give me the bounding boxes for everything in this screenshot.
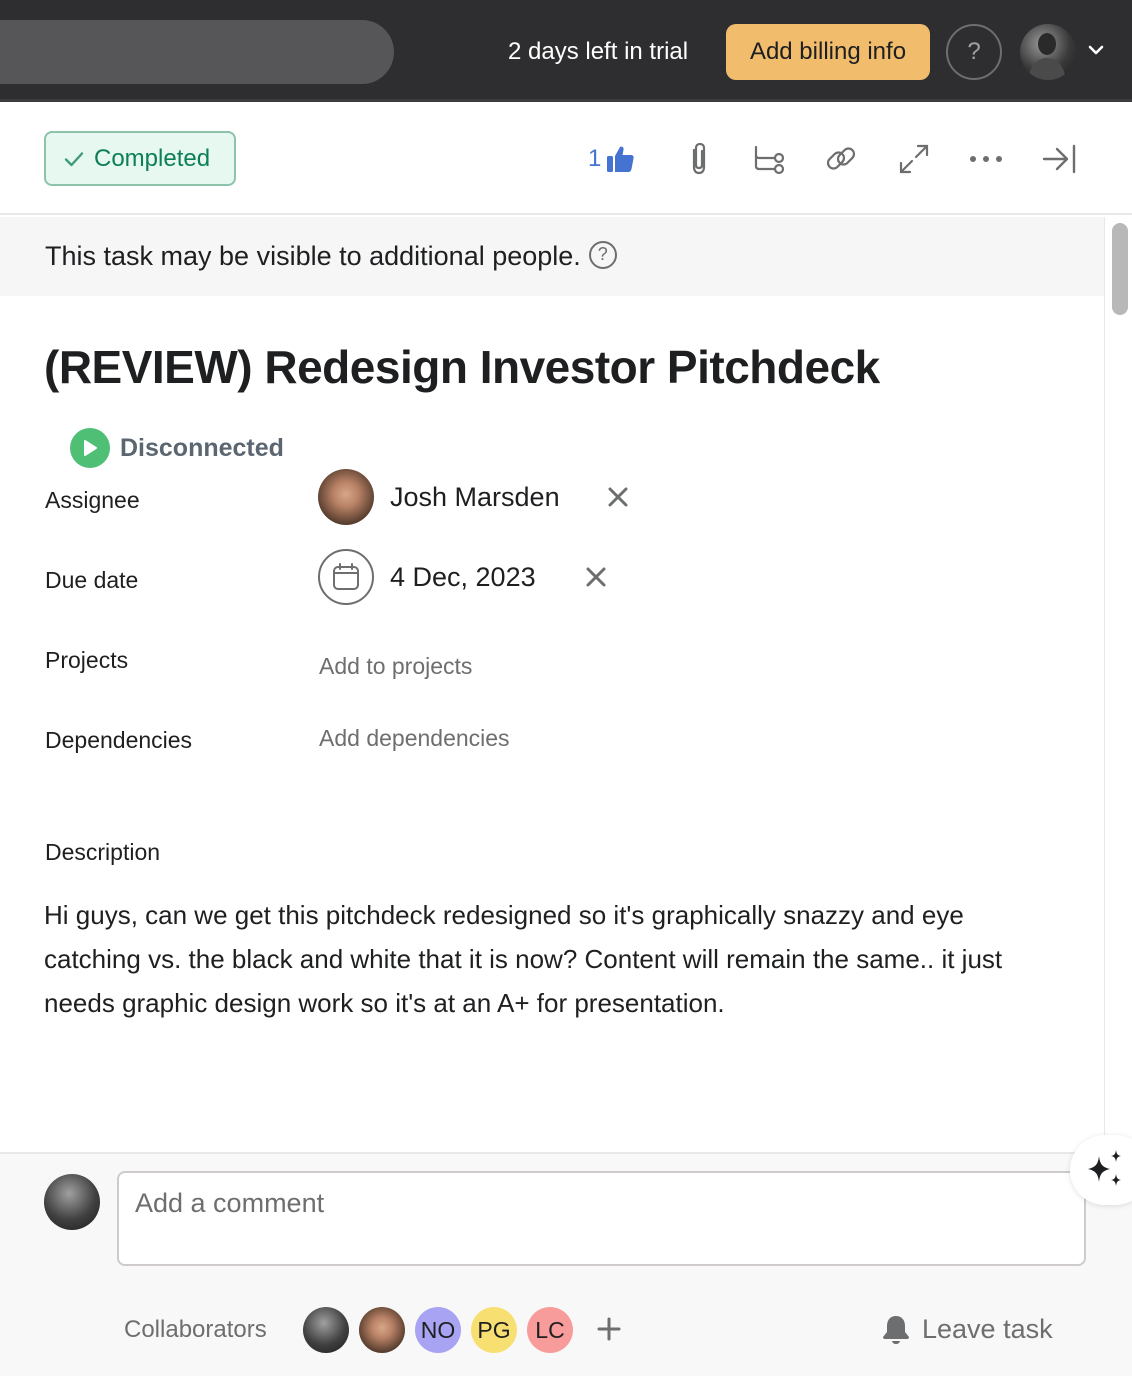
- description-text[interactable]: Hi guys, can we get this pitchdeck redes…: [44, 893, 1004, 1025]
- user-photo-icon: [1028, 33, 1066, 80]
- like-count: 1: [588, 145, 602, 172]
- search-bar[interactable]: [0, 20, 394, 84]
- leave-task-button[interactable]: Leave task: [880, 1313, 1053, 1345]
- due-date-value[interactable]: 4 Dec, 2023: [390, 562, 536, 593]
- assignee-name[interactable]: Josh Marsden: [390, 482, 560, 513]
- scrollbar-track[interactable]: [1104, 217, 1132, 1152]
- assignee-label: Assignee: [45, 487, 140, 513]
- due-date-picker[interactable]: [318, 549, 374, 605]
- add-to-projects-button[interactable]: Add to projects: [319, 653, 472, 680]
- chevron-down-icon[interactable]: [1086, 40, 1106, 60]
- thumbs-up-icon: [607, 146, 634, 172]
- mark-complete-button[interactable]: Completed: [44, 131, 236, 186]
- collaborator-avatar[interactable]: NO: [415, 1307, 461, 1353]
- copy-link-button[interactable]: [822, 137, 860, 181]
- attachment-button[interactable]: [684, 137, 714, 181]
- status-label: Completed: [94, 144, 211, 172]
- more-dots-icon: [970, 156, 1002, 162]
- trial-status: 2 days left in trial: [508, 38, 689, 65]
- task-title[interactable]: (REVIEW) Redesign Investor Pitchdeck: [44, 340, 880, 394]
- integration-status[interactable]: Disconnected: [70, 428, 284, 468]
- collaborator-avatar[interactable]: [303, 1307, 349, 1353]
- like-button[interactable]: 1: [588, 137, 635, 181]
- collaborator-avatar[interactable]: PG: [471, 1307, 517, 1353]
- close-details-button[interactable]: [1040, 137, 1078, 181]
- bell-icon: [883, 1316, 909, 1344]
- check-icon: [64, 151, 84, 166]
- paperclip-icon: [692, 142, 706, 175]
- collaborators-label: Collaborators: [124, 1316, 267, 1343]
- expand-icon: [899, 144, 929, 174]
- ai-assist-button[interactable]: [1070, 1135, 1132, 1205]
- full-screen-button[interactable]: [896, 137, 932, 181]
- current-user-avatar: [44, 1174, 100, 1230]
- scrollbar-thumb[interactable]: [1112, 223, 1128, 315]
- integration-status-label: Disconnected: [120, 433, 284, 462]
- user-avatar[interactable]: [1020, 24, 1076, 80]
- collaborator-avatar[interactable]: [359, 1307, 405, 1353]
- help-circle-icon[interactable]: ?: [588, 240, 617, 269]
- subtask-button[interactable]: [752, 137, 788, 181]
- add-billing-info-button[interactable]: Add billing info: [726, 24, 930, 80]
- visibility-notice: This task may be visible to additional p…: [45, 241, 581, 271]
- dependencies-label: Dependencies: [45, 727, 193, 753]
- assignee-avatar[interactable]: [318, 469, 374, 525]
- collapse-right-icon: [1042, 144, 1076, 174]
- more-actions-button[interactable]: [966, 137, 1006, 181]
- remove-assignee-icon[interactable]: [606, 485, 630, 509]
- add-dependencies-button[interactable]: Add dependencies: [319, 725, 510, 752]
- sparkle-icon: [1088, 1150, 1121, 1186]
- projects-label: Projects: [45, 647, 129, 673]
- subtask-icon: [754, 145, 785, 175]
- add-collaborator-icon[interactable]: [596, 1316, 622, 1342]
- calendar-icon: [333, 563, 359, 590]
- description-label: Description: [45, 839, 161, 865]
- remove-due-date-icon[interactable]: [584, 565, 608, 589]
- comment-input[interactable]: [117, 1171, 1086, 1266]
- visibility-banner: This task may be visible to additional p…: [0, 217, 1104, 296]
- collaborator-avatar[interactable]: LC: [527, 1307, 573, 1353]
- leave-task-label: Leave task: [922, 1313, 1053, 1344]
- help-button[interactable]: ?: [946, 24, 1002, 80]
- due-date-label: Due date: [45, 567, 139, 593]
- link-icon: [826, 147, 856, 170]
- task-toolbar: Completed 1: [0, 105, 1132, 215]
- top-bar: 2 days left in trial Add billing info ?: [0, 0, 1132, 102]
- play-circle-icon: [70, 428, 110, 468]
